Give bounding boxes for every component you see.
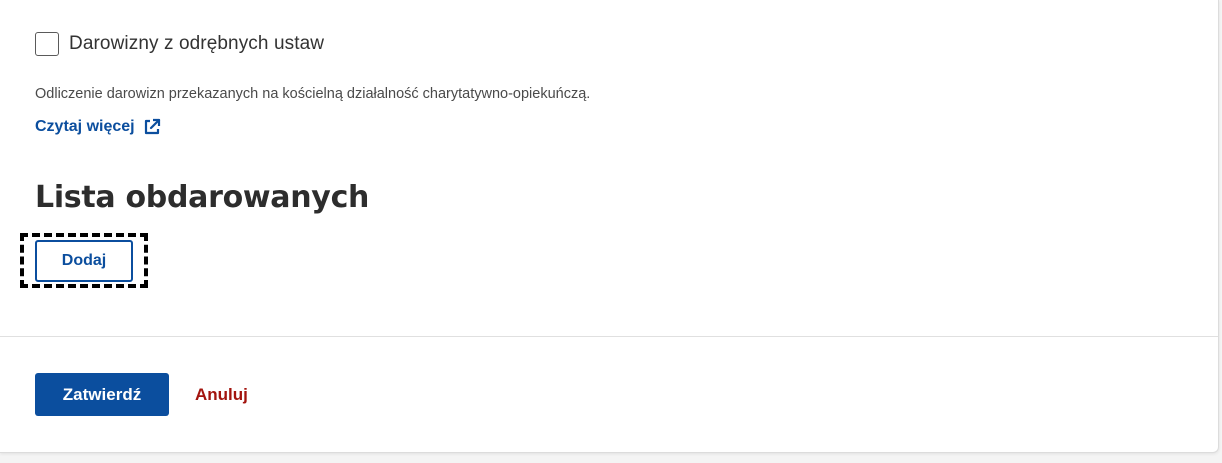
footer-divider [0,336,1218,337]
donation-checkbox-label[interactable]: Darowizny z odrębnych ustaw [69,33,324,55]
add-recipient-button[interactable]: Dodaj [35,240,133,282]
external-link-icon [144,118,160,135]
read-more-label: Czytaj więcej [35,118,135,135]
recipients-heading: Lista obdarowanych [35,180,370,215]
donation-checkbox-row[interactable]: Darowizny z odrębnych ustaw [35,32,324,56]
confirm-button[interactable]: Zatwierdź [35,373,169,416]
donation-checkbox[interactable] [35,32,59,56]
cancel-button[interactable]: Anuluj [195,373,248,416]
read-more-link[interactable]: Czytaj więcej [35,118,161,136]
donation-description: Odliczenie darowizn przekazanych na kośc… [35,86,591,102]
form-card: Darowizny z odrębnych ustaw Odliczenie d… [0,0,1219,453]
